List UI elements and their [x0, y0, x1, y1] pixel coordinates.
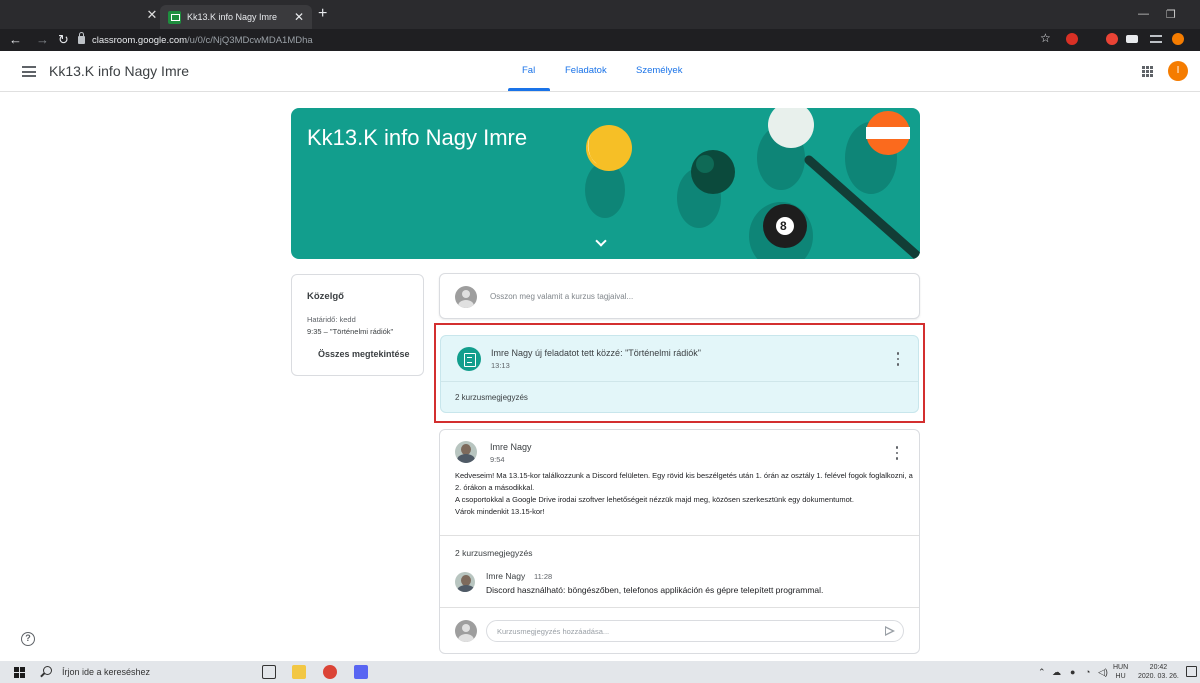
reload-icon[interactable]: ↻ [58, 32, 69, 48]
address-bar[interactable]: classroom.google.com /u/0/c/NjQ3MDcwMDA1… [78, 32, 998, 48]
help-icon[interactable]: ? [21, 632, 35, 646]
windows-start-icon[interactable] [14, 667, 25, 678]
divider [441, 381, 918, 382]
add-class-comment-input[interactable]: Kurzusmegjegyzés hozzáadása... [486, 620, 904, 642]
taskbar-clock[interactable]: 20:42 2020. 03. 26. [1138, 663, 1179, 681]
reading-list-icon[interactable] [1150, 35, 1162, 43]
view-all-button[interactable]: Összes megtekintése [318, 349, 410, 359]
profile-avatar-icon[interactable] [1172, 33, 1184, 45]
restore-icon[interactable]: ❐ [1166, 8, 1176, 21]
tab-classwork[interactable]: Feladatok [565, 65, 607, 76]
extension-card-icon[interactable] [1126, 35, 1138, 43]
upcoming-due-date: Határidő: kedd [307, 315, 356, 324]
account-avatar[interactable]: I [1168, 61, 1188, 81]
browser-tab-active[interactable]: Kk13.K info Nagy Imre ✕ [160, 5, 312, 29]
comment-time: 11:28 [534, 572, 553, 581]
classroom-header: Kk13.K info Nagy Imre Fal Feladatok Szem… [0, 51, 1200, 92]
user-avatar [455, 620, 477, 642]
class-comments-link[interactable]: 2 kurzusmegjegyzés [455, 393, 528, 402]
comment-text: Discord használható: böngészőben, telefo… [486, 585, 824, 595]
banner-title: Kk13.K info Nagy Imre [307, 125, 528, 150]
tab-people[interactable]: Személyek [636, 65, 682, 76]
main-menu-icon[interactable] [22, 66, 36, 77]
forward-icon[interactable]: → [36, 32, 49, 48]
classroom-favicon-icon [168, 10, 181, 24]
upcoming-title: Közelgő [307, 291, 344, 302]
post-paragraph: A csoportokkal a Google Drive irodai szo… [455, 495, 854, 504]
bookmark-star-icon[interactable]: ☆ [1040, 31, 1051, 45]
windows-taskbar: Írjon ide a kereséshez ⌃ ☁ ● ◔ ◁) HUN HU… [0, 661, 1200, 683]
announcement-post-card: Imre Nagy 9:54 Kedveseim! Ma 13.15-kor t… [439, 429, 920, 654]
user-avatar [455, 286, 477, 308]
divider [440, 535, 919, 536]
upcoming-item-link[interactable]: 9:35 – "Történelmi rádiók" [307, 327, 393, 336]
clock-date: 2020. 03. 26. [1138, 673, 1179, 680]
extension-red-icon[interactable] [1066, 33, 1078, 45]
onedrive-icon[interactable]: ☁ [1052, 667, 1061, 678]
page-title[interactable]: Kk13.K info Nagy Imre [49, 63, 189, 79]
minimize-icon[interactable]: — [1138, 8, 1149, 20]
upcoming-card: Közelgő Határidő: kedd 9:35 – "Történelm… [291, 274, 424, 376]
file-explorer-icon[interactable] [292, 665, 306, 679]
comment-author: Imre Nagy [486, 571, 526, 581]
extension-record-icon[interactable] [1106, 33, 1118, 45]
tab-title: Kk13.K info Nagy Imre [187, 12, 278, 22]
url-path: /u/0/c/NjQ3MDcwMDA1MDha [187, 34, 313, 46]
assignment-icon [457, 347, 481, 371]
assignment-title[interactable]: Imre Nagy új feladatot tett közzé: "Tört… [491, 348, 701, 358]
url-host: classroom.google.com [92, 34, 188, 46]
post-paragraph: Várok mindenkit 13.15-kor! [455, 507, 545, 516]
post-body: Kedveseim! Ma 13.15-kor találkozzunk a D… [455, 470, 915, 518]
clock-time: 20:42 [1149, 664, 1168, 671]
taskbar-search-input[interactable]: Írjon ide a kereséshez [62, 667, 150, 677]
comment-placeholder: Kurzusmegjegyzés hozzáadása... [497, 627, 610, 636]
back-icon[interactable]: ← [9, 32, 22, 48]
new-tab-icon[interactable]: + [318, 6, 327, 22]
tray-chevron-up-icon[interactable]: ⌃ [1038, 667, 1046, 678]
active-tab-indicator [508, 88, 550, 91]
divider [440, 607, 919, 608]
eight-ball-number: 8 [780, 219, 787, 233]
share-with-class-box[interactable]: Osszon meg valamit a kurzus tagjaival... [439, 273, 920, 319]
browser-tab-strip: ✕ Kk13.K info Nagy Imre ✕ + — ❐ [0, 0, 1200, 29]
class-banner: 8 Kk13.K info Nagy Imre [291, 108, 920, 259]
assignment-time: 13:13 [491, 361, 510, 370]
post-time: 9:54 [490, 455, 505, 464]
wifi-icon[interactable]: ◔ [1085, 667, 1090, 677]
notifications-icon[interactable] [1186, 666, 1197, 677]
language-code: HUN [1113, 664, 1129, 671]
assignment-announcement-card[interactable]: Imre Nagy új feladatot tett közzé: "Tört… [440, 335, 919, 413]
post-author: Imre Nagy [490, 442, 532, 452]
class-comments-count[interactable]: 2 kurzusmegjegyzés [455, 548, 532, 558]
discord-icon[interactable] [354, 665, 368, 679]
author-avatar [455, 441, 477, 463]
share-placeholder: Osszon meg valamit a kurzus tagjaival... [490, 292, 634, 301]
volume-icon[interactable]: ◁) [1098, 667, 1108, 678]
language-indicator[interactable]: HUN HU [1113, 663, 1128, 681]
more-options-icon[interactable] [895, 446, 899, 460]
commenter-avatar [455, 572, 475, 592]
send-icon[interactable] [885, 626, 895, 636]
keyboard-layout: HU [1115, 673, 1126, 680]
chrome-icon[interactable] [323, 665, 337, 679]
lock-icon [78, 32, 85, 44]
microphone-icon[interactable]: ● [1070, 667, 1075, 677]
browser-toolbar: ← → ↻ classroom.google.com /u/0/c/NjQ3MD… [0, 29, 1200, 51]
more-options-icon[interactable] [896, 352, 900, 366]
tab-stream[interactable]: Fal [522, 65, 535, 76]
task-view-icon[interactable] [262, 665, 276, 679]
close-tab-icon[interactable]: ✕ [145, 8, 159, 22]
google-apps-icon[interactable] [1142, 66, 1153, 77]
search-icon[interactable] [43, 666, 52, 675]
close-tab-icon[interactable]: ✕ [294, 10, 304, 24]
post-paragraph: Kedveseim! Ma 13.15-kor találkozzunk a D… [455, 471, 913, 492]
